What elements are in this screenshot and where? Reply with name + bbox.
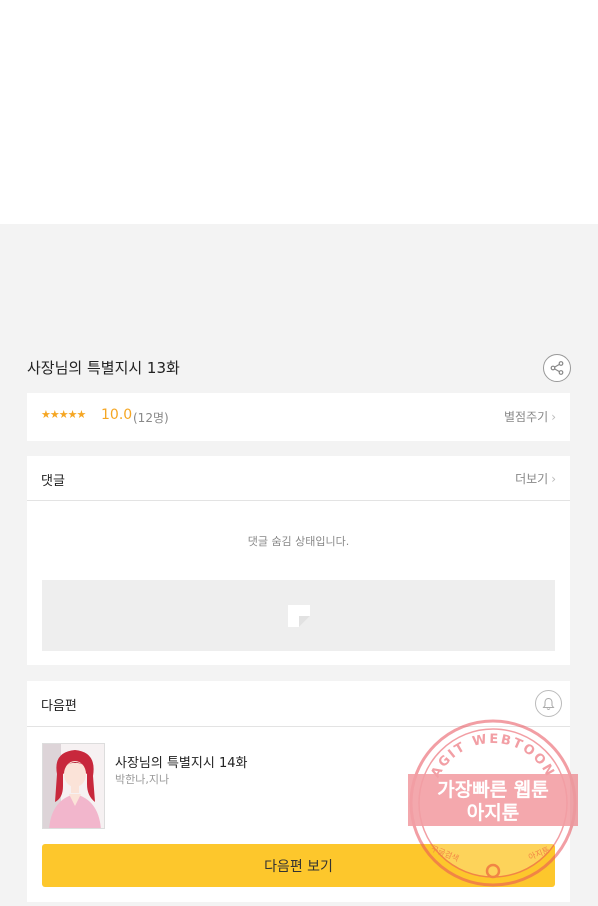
next-episode-authors: 박한나,지나 <box>115 773 170 786</box>
next-episode-button[interactable]: 다음편 보기 <box>42 844 555 887</box>
comments-card: 댓글 더보기 › 댓글 숨김 상태입니다. <box>27 456 570 665</box>
chevron-right-icon: › <box>551 410 556 424</box>
comments-hidden-message: 댓글 숨김 상태입니다. <box>247 535 350 548</box>
comments-more-label: 더보기 <box>515 472 549 486</box>
character-illustration <box>43 744 104 828</box>
star-rating-icons: ★★★★★ <box>41 408 86 421</box>
comments-more-button[interactable]: 더보기 › <box>515 470 556 487</box>
rate-button[interactable]: 별점주기 › <box>504 408 556 425</box>
comments-header: 댓글 더보기 › <box>27 456 570 501</box>
next-episode-thumbnail[interactable] <box>42 743 105 829</box>
ad-placeholder <box>42 580 555 651</box>
share-button[interactable] <box>543 354 571 382</box>
next-episode-title[interactable]: 사장님의 특별지시 14화 <box>115 752 247 771</box>
content-image-area <box>0 0 598 224</box>
rating-card: ★★★★★ 10.0 (12명) 별점주기 › <box>27 393 570 441</box>
placeholder-icon <box>287 604 310 627</box>
rating-score: 10.0 <box>101 407 133 423</box>
next-episode-card: 다음편 사장님의 특별지시 14화 박한나,지나 다음편 보기 <box>27 681 570 902</box>
chevron-right-icon: › <box>551 472 556 486</box>
comments-title: 댓글 <box>41 474 65 489</box>
share-icon <box>550 361 564 375</box>
rate-button-label: 별점주기 <box>504 410 549 424</box>
bell-icon <box>542 697 555 710</box>
rating-count: (12명) <box>133 411 169 425</box>
next-episode-section-title: 다음편 <box>41 699 77 714</box>
notification-button[interactable] <box>535 690 562 717</box>
episode-title: 사장님의 특별지시 13화 <box>27 359 180 377</box>
next-episode-header: 다음편 <box>27 681 570 727</box>
episode-header: 사장님의 특별지시 13화 <box>27 352 571 384</box>
